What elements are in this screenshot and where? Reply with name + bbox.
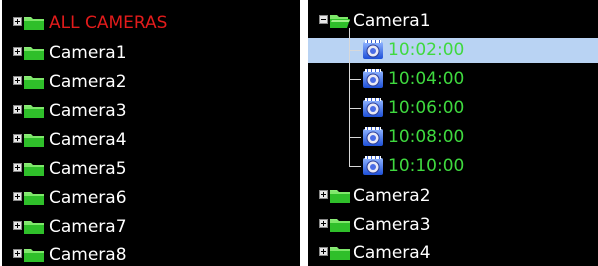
- folder-icon: [24, 190, 44, 205]
- tree-item-all-cameras[interactable]: ALL CAMERAS: [2, 10, 300, 36]
- tree-item-camera3[interactable]: Camera3: [2, 98, 300, 124]
- camera-recording-icon: [362, 69, 384, 89]
- folder-icon: [24, 103, 44, 118]
- tree-item-camera4[interactable]: Camera4: [308, 240, 598, 266]
- plus-box-icon[interactable]: [13, 221, 22, 230]
- tree-item-label: Camera8: [49, 245, 127, 265]
- camera-recording-icon: [362, 127, 384, 147]
- tree-item-label: Camera7: [49, 217, 127, 237]
- recording-time-label: 10:06:00: [388, 98, 465, 118]
- camera-recording-icon: [362, 156, 384, 176]
- plus-box-icon[interactable]: [13, 163, 22, 172]
- plus-box-icon[interactable]: [13, 17, 22, 26]
- recording-item[interactable]: 10:10:00: [308, 153, 598, 179]
- recording-item-selected[interactable]: 10:02:00: [308, 37, 598, 63]
- folder-icon: [24, 15, 44, 30]
- tree-item-label: Camera2: [353, 186, 431, 206]
- tree-item-camera5[interactable]: Camera5: [2, 156, 300, 182]
- tree-item-camera2[interactable]: Camera2: [2, 69, 300, 95]
- recording-item[interactable]: 10:04:00: [308, 66, 598, 92]
- folder-icon: [24, 45, 44, 60]
- camera-recording-icon: [362, 98, 384, 118]
- recording-time-label: 10:04:00: [388, 69, 465, 89]
- plus-box-icon[interactable]: [13, 192, 22, 201]
- plus-box-icon[interactable]: [319, 190, 328, 199]
- open-folder-icon: [330, 13, 350, 28]
- plus-box-icon[interactable]: [13, 105, 22, 114]
- folder-icon: [24, 219, 44, 234]
- plus-box-icon[interactable]: [13, 47, 22, 56]
- recording-time-label: 10:10:00: [388, 156, 465, 176]
- tree-item-camera2[interactable]: Camera2: [308, 183, 598, 209]
- folder-icon: [330, 245, 350, 260]
- folder-icon: [24, 247, 44, 262]
- tree-item-camera7[interactable]: Camera7: [2, 214, 300, 240]
- folder-icon: [330, 217, 350, 232]
- camera-tree-left: ALL CAMERAS Camera1 Camera2 Camera3 Came…: [2, 0, 300, 266]
- tree-item-camera1[interactable]: Camera1: [2, 40, 300, 66]
- tree-item-label: Camera5: [49, 159, 127, 179]
- plus-box-icon[interactable]: [13, 249, 22, 258]
- tree-item-camera8[interactable]: Camera8: [2, 242, 300, 266]
- tree-item-label: Camera1: [353, 11, 431, 31]
- plus-box-icon[interactable]: [319, 247, 328, 256]
- tree-item-camera3[interactable]: Camera3: [308, 212, 598, 238]
- tree-item-camera4[interactable]: Camera4: [2, 127, 300, 153]
- folder-icon: [24, 74, 44, 89]
- plus-box-icon[interactable]: [13, 134, 22, 143]
- tree-item-label: Camera4: [353, 243, 431, 263]
- camera-recording-icon: [362, 40, 384, 60]
- recording-item[interactable]: 10:08:00: [308, 124, 598, 150]
- folder-icon: [330, 188, 350, 203]
- tree-item-camera1-expanded[interactable]: Camera1: [308, 8, 598, 34]
- tree-item-label: Camera4: [49, 130, 127, 150]
- tree-item-camera6[interactable]: Camera6: [2, 185, 300, 211]
- tree-item-label: ALL CAMERAS: [49, 13, 168, 33]
- tree-item-label: Camera3: [49, 101, 127, 121]
- tree-item-label: Camera6: [49, 188, 127, 208]
- recording-item[interactable]: 10:06:00: [308, 95, 598, 121]
- camera-tree-right: Camera1 10:02:00 10:04:00 10:06:00 10:08…: [308, 0, 598, 266]
- folder-icon: [24, 132, 44, 147]
- tree-item-label: Camera2: [49, 72, 127, 92]
- plus-box-icon[interactable]: [319, 219, 328, 228]
- recording-time-label: 10:08:00: [388, 127, 465, 147]
- folder-icon: [24, 161, 44, 176]
- recording-time-label: 10:02:00: [388, 40, 465, 60]
- minus-box-icon[interactable]: [319, 15, 328, 24]
- tree-item-label: Camera3: [353, 215, 431, 235]
- tree-item-label: Camera1: [49, 43, 127, 63]
- plus-box-icon[interactable]: [13, 76, 22, 85]
